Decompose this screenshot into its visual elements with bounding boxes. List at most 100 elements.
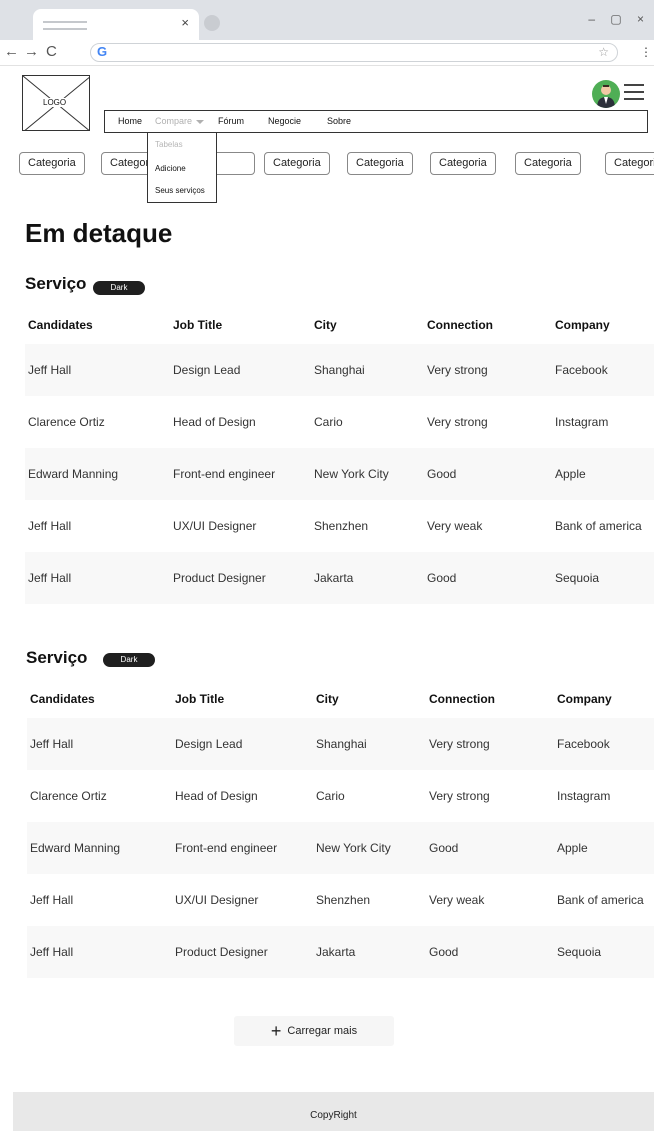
hamburger-menu-icon[interactable] <box>624 84 644 100</box>
avatar[interactable] <box>592 80 620 108</box>
table-cell: Very strong <box>427 363 488 377</box>
dropdown-item-tabelas[interactable]: Tabelas <box>155 140 183 149</box>
table-row[interactable]: Clarence Ortiz Head of Design Cario Very… <box>25 396 654 448</box>
nav-negocie[interactable]: Negocie <box>268 116 301 126</box>
status-badge: Dark <box>93 281 145 295</box>
forward-icon[interactable]: → <box>24 43 39 60</box>
table-cell: New York City <box>316 841 391 855</box>
tab-title-placeholder <box>43 21 87 30</box>
data-table: Candidates Job Title City Connection Com… <box>25 306 654 604</box>
table-cell: Jeff Hall <box>28 363 72 377</box>
tab-close-icon[interactable]: × <box>181 15 189 30</box>
table-row[interactable]: Jeff Hall Product Designer Jakarta Good … <box>25 552 654 604</box>
table-header: Candidates Job Title City Connection Com… <box>27 680 654 718</box>
logo[interactable]: LOGO <box>22 75 90 131</box>
copyright-text: CopyRight <box>310 1110 357 1121</box>
address-bar[interactable]: G ☆ <box>90 43 618 62</box>
table-cell: Cario <box>316 789 345 803</box>
avatar-person-icon <box>597 85 615 108</box>
column-header[interactable]: Job Title <box>175 692 224 706</box>
column-header[interactable]: Candidates <box>28 318 93 332</box>
data-table: Candidates Job Title City Connection Com… <box>27 680 654 978</box>
table-row[interactable]: Edward Manning Front-end engineer New Yo… <box>25 448 654 500</box>
section-title: Serviço <box>26 648 88 667</box>
table-cell: Very strong <box>427 415 488 429</box>
column-header[interactable]: Connection <box>429 692 495 706</box>
nav-compare-label: Compare <box>155 116 193 126</box>
table-cell: Apple <box>555 467 586 481</box>
table-cell: Product Designer <box>173 571 266 585</box>
column-header[interactable]: Candidates <box>30 692 95 706</box>
table-cell: Instagram <box>557 789 611 803</box>
column-header[interactable]: Connection <box>427 318 493 332</box>
footer: CopyRight <box>13 1092 654 1131</box>
table-cell: Apple <box>557 841 588 855</box>
table-row[interactable]: Jeff Hall UX/UI Designer Shenzhen Very w… <box>27 874 654 926</box>
table-cell: Cario <box>314 415 343 429</box>
table-cell: Jeff Hall <box>30 737 74 751</box>
browser-tab-bar: × – ▢ × <box>0 0 654 40</box>
table-row[interactable]: Clarence Ortiz Head of Design Cario Very… <box>27 770 654 822</box>
table-cell: Very weak <box>427 519 483 533</box>
table-header: Candidates Job Title City Connection Com… <box>25 306 654 344</box>
google-icon: G <box>97 44 108 59</box>
back-icon[interactable]: ← <box>4 43 19 60</box>
table-row[interactable]: Jeff Hall Design Lead Shanghai Very stro… <box>25 344 654 396</box>
table-cell: Very strong <box>429 789 490 803</box>
column-header[interactable]: City <box>314 318 337 332</box>
table-cell: Facebook <box>557 737 610 751</box>
table-cell: New York City <box>314 467 389 481</box>
table-cell: Shanghai <box>316 737 367 751</box>
category-chip[interactable]: Categoria <box>605 152 654 175</box>
table-cell: Design Lead <box>173 363 241 377</box>
main-nav: Home Compare Fórum Negocie Sobre <box>104 110 648 133</box>
table-cell: Design Lead <box>175 737 243 751</box>
column-header[interactable]: Job Title <box>173 318 222 332</box>
browser-toolbar: ← → C G ☆ <box>0 40 654 66</box>
category-chip[interactable]: Categoria <box>347 152 413 175</box>
dropdown-item-seus-servicos[interactable]: Seus serviços <box>155 186 205 195</box>
table-cell: Front-end engineer <box>173 467 276 481</box>
category-chip[interactable]: Categoria <box>430 152 496 175</box>
reload-icon[interactable]: C <box>46 43 57 60</box>
table-row[interactable]: Edward Manning Front-end engineer New Yo… <box>27 822 654 874</box>
table-cell: Jeff Hall <box>28 519 72 533</box>
category-chip[interactable]: Categoria <box>264 152 330 175</box>
category-chip[interactable]: Categoria <box>101 152 151 175</box>
category-chip[interactable]: Categoria <box>515 152 581 175</box>
table-row[interactable]: Jeff Hall UX/UI Designer Shenzhen Very w… <box>25 500 654 552</box>
table-cell: Clarence Ortiz <box>30 789 107 803</box>
table-cell: Head of Design <box>173 415 256 429</box>
page-title: Em detaque <box>25 218 173 248</box>
browser-menu-icon[interactable]: ⋮ <box>640 45 652 59</box>
dropdown-item-adicione[interactable]: Adicione <box>155 164 186 173</box>
table-cell: Edward Manning <box>30 841 121 855</box>
column-header[interactable]: City <box>316 692 339 706</box>
column-header[interactable]: Company <box>555 318 610 332</box>
new-tab-icon[interactable] <box>204 15 220 31</box>
table-cell: Good <box>427 571 457 585</box>
load-more-button[interactable]: + Carregar mais <box>234 1016 394 1046</box>
window-controls[interactable]: – ▢ × <box>588 12 650 26</box>
browser-tab[interactable]: × <box>33 9 199 40</box>
category-chip[interactable]: Categoria <box>19 152 85 175</box>
table-cell: Bank of america <box>555 519 642 533</box>
section-title: Serviço <box>25 274 87 293</box>
table-cell: Very strong <box>429 737 490 751</box>
table-cell: Product Designer <box>175 945 268 959</box>
column-header[interactable]: Company <box>557 692 612 706</box>
table-row[interactable]: Jeff Hall Design Lead Shanghai Very stro… <box>27 718 654 770</box>
table-cell: Edward Manning <box>28 467 119 481</box>
table-cell: Clarence Ortiz <box>28 415 105 429</box>
nav-compare[interactable]: Compare <box>155 116 205 126</box>
nav-sobre[interactable]: Sobre <box>327 116 351 126</box>
nav-home[interactable]: Home <box>118 116 142 126</box>
table-cell: Jeff Hall <box>28 571 72 585</box>
table-cell: Jeff Hall <box>30 893 74 907</box>
nav-forum[interactable]: Fórum <box>218 116 244 126</box>
compare-dropdown-menu: Tabelas Adicione Seus serviços <box>147 132 217 203</box>
table-cell: Sequoia <box>555 571 600 585</box>
chevron-down-icon <box>196 119 205 124</box>
bookmark-star-icon[interactable]: ☆ <box>598 45 609 59</box>
table-row[interactable]: Jeff Hall Product Designer Jakarta Good … <box>27 926 654 978</box>
